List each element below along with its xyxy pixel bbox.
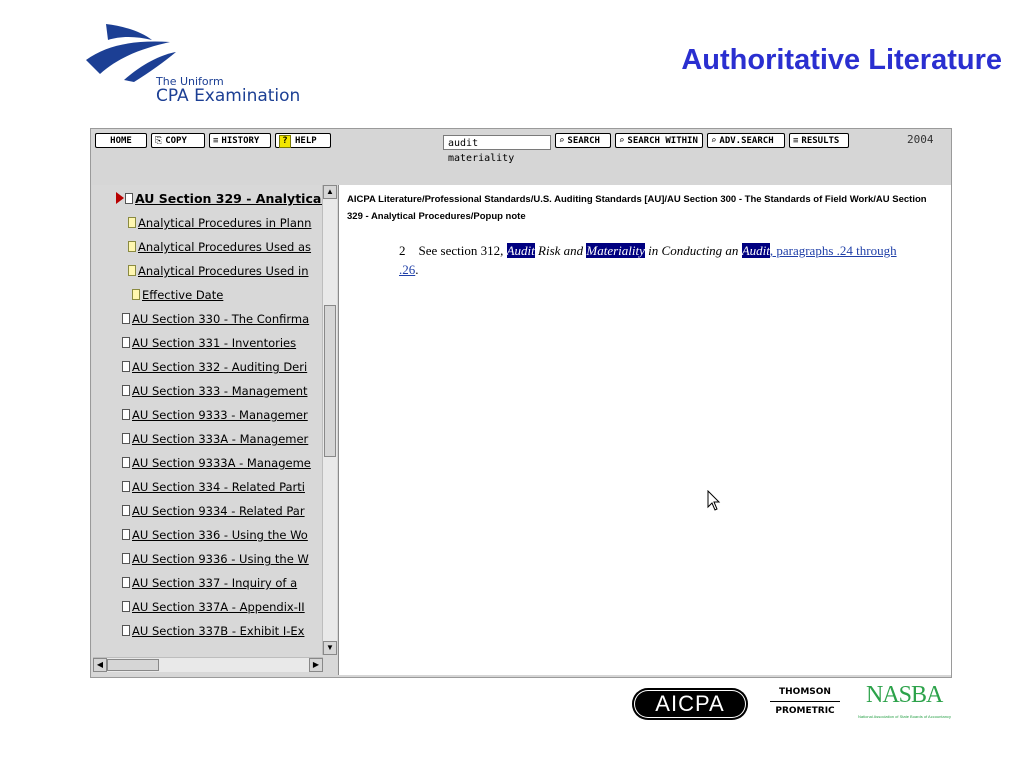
tree-item-au-336[interactable]: AU Section 336 - Using the Wo (122, 524, 337, 546)
search-within-icon: ⌕ (619, 136, 625, 146)
toolbar: HOME ⎘ COPY ≡ HISTORY ? HELP audit material… (91, 129, 951, 183)
note-text: in Conducting an (648, 243, 739, 258)
document-pane: AICPA Literature/Professional Standards/… (338, 185, 951, 675)
search-button[interactable]: ⌕ SEARCH (555, 133, 611, 148)
search-within-button[interactable]: ⌕ SEARCH WITHIN (615, 133, 703, 148)
tree-item-au-331[interactable]: AU Section 331 - Inventories (122, 332, 337, 354)
note-number: 2 (399, 243, 406, 258)
magnifier-icon: ⌕ (559, 136, 565, 146)
document-icon (122, 409, 130, 420)
tree-item-au-9336[interactable]: AU Section 9336 - Using the W (122, 548, 337, 570)
search-hit-audit: Audit (741, 243, 770, 258)
document-icon (122, 601, 130, 612)
document-icon (125, 193, 133, 204)
slide-title: Authoritative Literature (681, 44, 1002, 76)
document-icon (122, 553, 130, 564)
tree-item-au-333[interactable]: AU Section 333 - Management (122, 380, 337, 402)
help-button[interactable]: ? HELP (275, 133, 331, 148)
aicpa-logo: AICPA (632, 688, 748, 720)
document-icon (122, 313, 130, 324)
adv-search-button[interactable]: ⌕ ADV.SEARCH (707, 133, 785, 148)
tree-item-au-329[interactable]: AU Section 329 - Analytical P (116, 188, 337, 210)
search-hit-audit: Audit (506, 243, 535, 258)
document-icon (122, 481, 130, 492)
document-icon (122, 385, 130, 396)
tree-item-planning[interactable]: Analytical Procedures in Plann (128, 212, 337, 234)
magnifier-icon: ⌕ (711, 136, 717, 146)
document-icon (122, 529, 130, 540)
document-icon (128, 241, 136, 252)
year-label: 2004 (907, 133, 934, 146)
popup-note: 2 See section 312, Audit Risk and Materi… (399, 243, 897, 277)
tree-item-au-9333[interactable]: AU Section 9333 - Managemer (122, 404, 337, 426)
document-icon (122, 457, 130, 468)
scroll-thumb[interactable] (324, 305, 336, 457)
document-icon (128, 265, 136, 276)
tree-vertical-scrollbar[interactable]: ▲ ▼ (322, 185, 337, 655)
tree-item-au-9334[interactable]: AU Section 9334 - Related Par (122, 500, 337, 522)
document-icon (122, 577, 130, 588)
scroll-thumb[interactable] (107, 659, 159, 671)
tree-item-used-in[interactable]: Analytical Procedures Used in (128, 260, 337, 282)
scroll-up-arrow-icon[interactable]: ▲ (323, 185, 337, 199)
breadcrumb: AICPA Literature/Professional Standards/… (347, 194, 927, 222)
thomson-prometric-logo: THOMSON PROMETRIC (766, 686, 844, 717)
copy-icon: ⎘ (155, 136, 163, 146)
tree-horizontal-scrollbar[interactable]: ◀ ▶ (93, 657, 323, 672)
tree-item-au-337a[interactable]: AU Section 337A - Appendix-II (122, 596, 337, 618)
scroll-right-arrow-icon[interactable]: ▶ (309, 658, 323, 672)
search-input[interactable]: audit materiality (443, 135, 551, 164)
document-icon (122, 625, 130, 636)
list-icon: ≡ (213, 136, 219, 146)
note-prefix: See section 312, (418, 243, 504, 258)
document-icon (132, 289, 140, 300)
tree-item-au-330[interactable]: AU Section 330 - The Confirma (122, 308, 337, 330)
list-icon: ≡ (793, 136, 799, 146)
results-button[interactable]: ≡ RESULTS (789, 133, 849, 148)
tree-item-au-334[interactable]: AU Section 334 - Related Parti (122, 476, 337, 498)
literature-app-window: HOME ⎘ COPY ≡ HISTORY ? HELP audit material… (90, 128, 952, 678)
cpa-exam-logo: The Uniform CPA Examination (84, 22, 304, 106)
nasba-logo: NASBA (866, 682, 943, 708)
help-icon: ? (279, 135, 291, 148)
tree-item-au-337[interactable]: AU Section 337 - Inquiry of a (122, 572, 337, 594)
note-text: Risk and (538, 243, 584, 258)
document-icon (122, 337, 130, 348)
document-icon (122, 433, 130, 444)
home-button[interactable]: HOME (95, 133, 147, 148)
copy-button[interactable]: ⎘ COPY (151, 133, 205, 148)
toc-tree: AU Section 329 - Analytical P Analytical… (92, 185, 337, 675)
history-button[interactable]: ≡ HISTORY (209, 133, 271, 148)
document-icon (122, 505, 130, 516)
tree-item-au-333a[interactable]: AU Section 333A - Managemer (122, 428, 337, 450)
scroll-down-arrow-icon[interactable]: ▼ (323, 641, 337, 655)
logo-title: CPA Examination (156, 86, 301, 106)
tree-item-used-as[interactable]: Analytical Procedures Used as (128, 236, 337, 258)
nasba-subtitle: National Association of State Boards of … (858, 714, 951, 719)
document-icon (128, 217, 136, 228)
document-icon (122, 361, 130, 372)
tree-item-au-332[interactable]: AU Section 332 - Auditing Deri (122, 356, 337, 378)
mouse-pointer-icon (707, 490, 721, 511)
tree-item-effective-date[interactable]: Effective Date (132, 284, 337, 306)
search-hit-materiality: Materiality (586, 243, 645, 258)
current-flag-icon (116, 192, 124, 204)
tree-item-au-9333a[interactable]: AU Section 9333A - Manageme (122, 452, 337, 474)
scroll-left-arrow-icon[interactable]: ◀ (93, 658, 107, 672)
tree-item-au-337b[interactable]: AU Section 337B - Exhibit I-Ex (122, 620, 337, 642)
